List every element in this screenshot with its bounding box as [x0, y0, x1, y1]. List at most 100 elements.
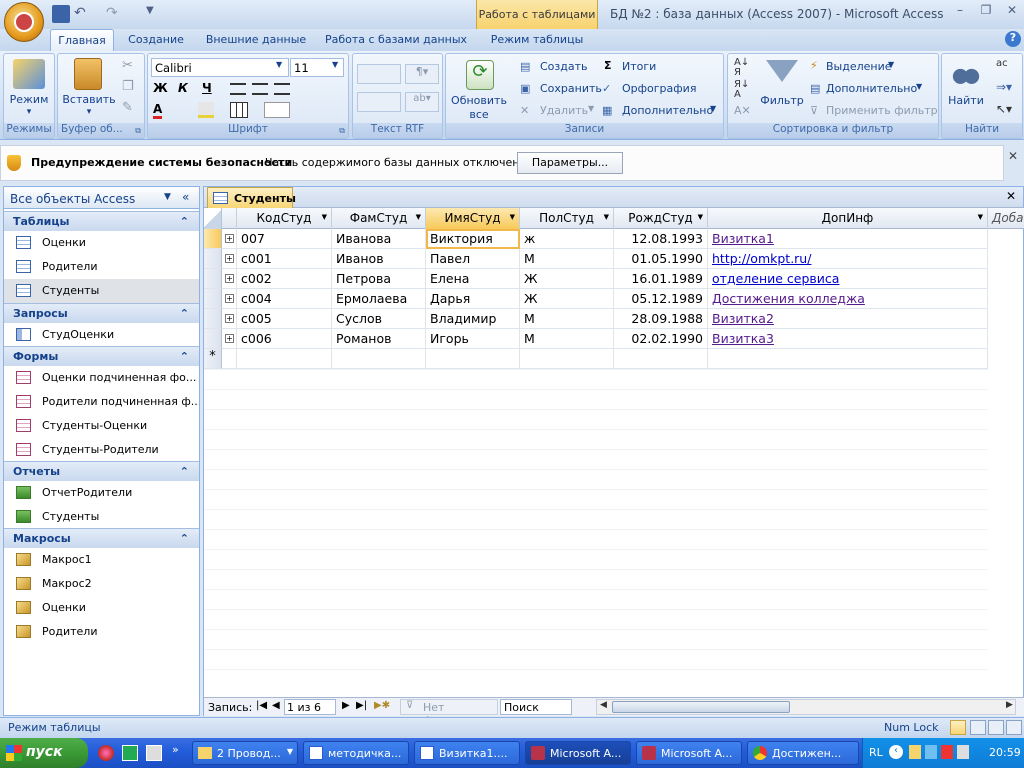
font-color-icon[interactable]: А: [153, 102, 163, 119]
expand-row-icon[interactable]: +: [225, 294, 234, 303]
cut-icon[interactable]: ✂: [122, 58, 133, 73]
view-dropdown-icon[interactable]: ▾: [4, 107, 54, 117]
new-record-icon[interactable]: ▶✱: [374, 700, 390, 711]
scroll-right-icon[interactable]: ▶: [1006, 700, 1013, 710]
tray-icon[interactable]: [957, 745, 969, 759]
cell-kod[interactable]: с004: [237, 289, 332, 309]
nav-section-queries[interactable]: Запросы ⌃: [4, 303, 199, 323]
cell-name[interactable]: Павел: [426, 249, 520, 269]
qat-customize-icon[interactable]: ▼: [146, 5, 164, 23]
cell-fam[interactable]: Ермолаева: [332, 289, 426, 309]
hyperlink[interactable]: Визитка1: [712, 231, 774, 246]
cell-birth[interactable]: 05.12.1989: [614, 289, 708, 309]
tray-icon[interactable]: [925, 745, 937, 759]
column-header-kod[interactable]: КодСтуд ▼: [237, 208, 332, 229]
datasheet-view-icon[interactable]: [950, 720, 966, 735]
first-record-icon[interactable]: |◀: [256, 700, 267, 711]
paste-button[interactable]: Вставить: [58, 93, 120, 106]
expand-row-icon[interactable]: +: [225, 314, 234, 323]
scroll-left-icon[interactable]: ◀: [600, 700, 607, 710]
tray-arrow-icon[interactable]: ‹: [889, 745, 903, 759]
cell-pol[interactable]: Ж: [520, 269, 614, 289]
refresh-all-button-line2[interactable]: все: [446, 108, 512, 121]
selection-button[interactable]: Выделение: [826, 60, 892, 73]
chevron-down-icon[interactable]: ▼: [916, 82, 922, 91]
quicklaunch-icon[interactable]: [98, 745, 114, 761]
cell-name[interactable]: Елена: [426, 269, 520, 289]
cell-pol[interactable]: М: [520, 329, 614, 349]
close-document-icon[interactable]: ✕: [1006, 189, 1016, 203]
nav-item-report[interactable]: Студенты: [4, 505, 199, 529]
gridlines-icon[interactable]: [230, 102, 248, 118]
help-icon[interactable]: ?: [1005, 31, 1021, 47]
nav-item-table-grades[interactable]: Оценки: [4, 231, 199, 255]
cell-birth[interactable]: 28.09.1988: [614, 309, 708, 329]
undo-icon[interactable]: ↶: [74, 5, 92, 23]
row-selector[interactable]: [204, 249, 222, 269]
new-row-cell[interactable]: [222, 349, 237, 369]
sort-ascending-icon[interactable]: A↓ Я: [734, 58, 749, 78]
goto-icon[interactable]: ⇒▾: [996, 80, 1012, 94]
new-row-cell[interactable]: [520, 349, 614, 369]
row-selector[interactable]: [204, 309, 222, 329]
new-row-cell[interactable]: [614, 349, 708, 369]
cell-name[interactable]: Игорь: [426, 329, 520, 349]
last-record-icon[interactable]: ▶|: [356, 700, 367, 711]
cell-pol[interactable]: ж: [520, 229, 614, 249]
more-records-button[interactable]: Дополнительно: [622, 104, 713, 117]
nav-item-form[interactable]: Студенты-Родители: [4, 438, 199, 462]
cell-name[interactable]: Дарья: [426, 289, 520, 309]
redo-icon[interactable]: ↷: [106, 5, 124, 23]
format-painter-icon[interactable]: ✎: [122, 100, 133, 115]
pivot-table-icon[interactable]: [970, 720, 986, 735]
save-icon[interactable]: [52, 5, 70, 23]
align-right-icon[interactable]: [274, 83, 290, 95]
chevron-down-icon[interactable]: ▼: [888, 60, 894, 69]
nav-item-report[interactable]: ОтчетРодители: [4, 481, 199, 505]
nav-item-form[interactable]: Оценки подчиненная фо...: [4, 366, 199, 390]
cell-birth[interactable]: 02.02.1990: [614, 329, 708, 349]
start-button[interactable]: пуск: [0, 738, 88, 768]
filter-button[interactable]: Фильтр: [754, 94, 810, 107]
tab-home[interactable]: Главная: [50, 29, 114, 51]
record-position-field[interactable]: 1 из 6: [284, 699, 336, 715]
hyperlink[interactable]: отделение сервиса: [712, 271, 839, 286]
column-header-fam[interactable]: ФамСтуд ▼: [332, 208, 426, 229]
cell-birth[interactable]: 12.08.1993: [614, 229, 708, 249]
highlight-icon[interactable]: ab▾: [405, 92, 439, 112]
close-icon[interactable]: ✕: [1008, 149, 1018, 163]
alt-fill-icon[interactable]: [264, 102, 290, 118]
tab-database-tools[interactable]: Работа с базами данных: [322, 29, 470, 51]
minimize-icon[interactable]: –: [948, 3, 972, 21]
cell-dopinf[interactable]: Визитка2: [708, 309, 988, 329]
cell-dopinf[interactable]: отделение сервиса: [708, 269, 988, 289]
column-header-birth[interactable]: РождСтуд ▼: [614, 208, 708, 229]
paragraph-icon[interactable]: ¶▾: [405, 64, 439, 84]
advanced-filter-button[interactable]: Дополнительно: [826, 82, 917, 95]
quicklaunch-icon[interactable]: [122, 745, 138, 761]
save-record-button[interactable]: Сохранить: [540, 82, 602, 95]
nav-item-macro[interactable]: Родители: [4, 620, 199, 644]
new-row-marker[interactable]: *: [204, 349, 222, 369]
next-record-icon[interactable]: ▶: [342, 700, 350, 711]
new-row-cell[interactable]: [708, 349, 988, 369]
tab-create[interactable]: Создание: [124, 29, 188, 51]
expand-row-icon[interactable]: +: [225, 234, 234, 243]
cell-fam[interactable]: Романов: [332, 329, 426, 349]
totals-button[interactable]: Итоги: [622, 60, 656, 73]
list-icon[interactable]: [357, 92, 401, 112]
search-input[interactable]: Поиск: [500, 699, 572, 715]
expand-row-icon[interactable]: +: [225, 334, 234, 343]
chevron-down-icon[interactable]: ▼: [710, 104, 716, 113]
italic-icon[interactable]: К: [178, 81, 188, 95]
taskbar-item-word2[interactable]: Визитка1....: [414, 741, 520, 765]
restore-icon[interactable]: ❐: [974, 3, 998, 21]
cell-fam[interactable]: Иванов: [332, 249, 426, 269]
bold-icon[interactable]: Ж: [153, 81, 168, 95]
cell-fam[interactable]: Петрова: [332, 269, 426, 289]
security-options-button[interactable]: Параметры...: [517, 152, 623, 174]
nav-item-macro[interactable]: Макрос1: [4, 548, 199, 572]
apply-filter-button[interactable]: Применить фильтр: [826, 104, 938, 117]
cell-dopinf[interactable]: Визитка1: [708, 229, 988, 249]
nav-item-table-parents[interactable]: Родители: [4, 255, 199, 279]
